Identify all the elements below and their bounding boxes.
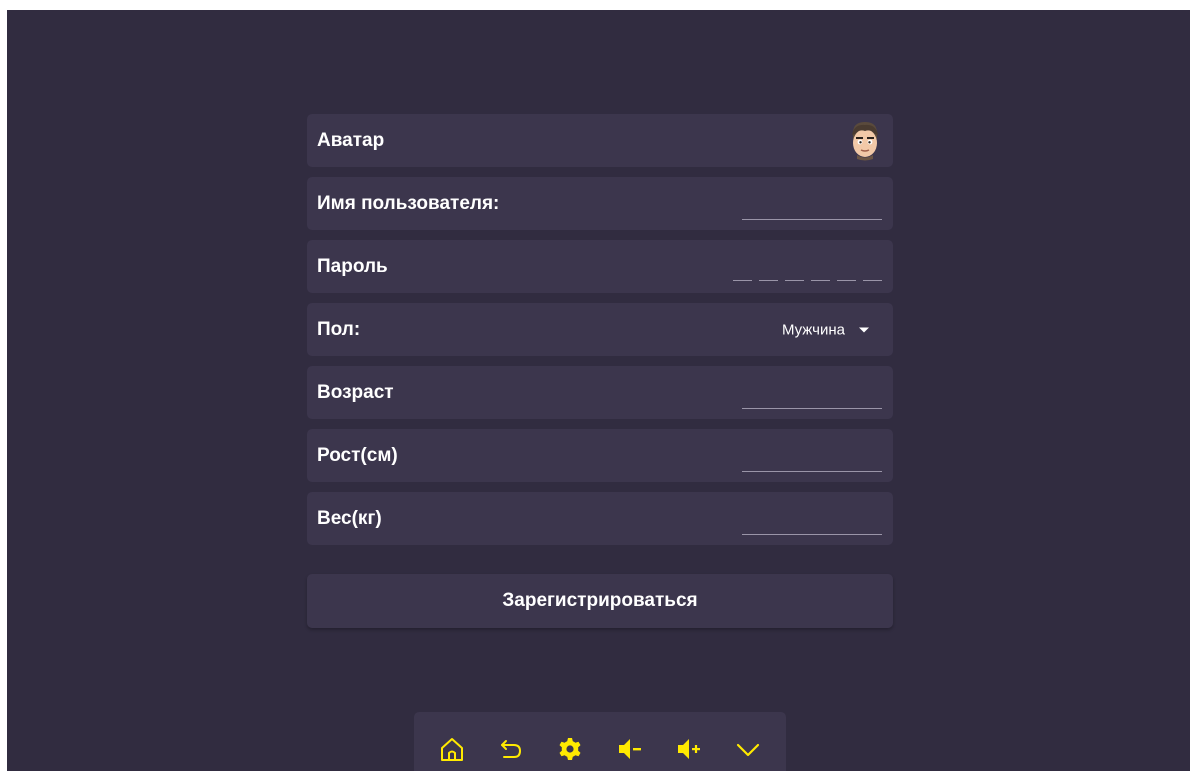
gender-row: Пол: Мужчина xyxy=(307,303,893,356)
volume-up-button[interactable] xyxy=(669,729,709,769)
height-input[interactable] xyxy=(742,471,882,472)
avatar-icon[interactable] xyxy=(845,119,885,162)
back-button[interactable] xyxy=(491,729,531,769)
avatar-row[interactable]: Аватар xyxy=(307,114,893,167)
password-input[interactable] xyxy=(733,280,882,281)
bottom-navbar xyxy=(414,712,786,771)
chevron-down-icon xyxy=(737,743,760,756)
weight-label: Вес(кг) xyxy=(317,507,382,529)
gender-label: Пол: xyxy=(317,318,361,340)
home-icon xyxy=(440,737,463,761)
height-label: Рост(см) xyxy=(317,444,398,466)
username-input[interactable] xyxy=(742,219,882,220)
password-row: Пароль xyxy=(307,240,893,293)
weight-row: Вес(кг) xyxy=(307,492,893,545)
username-row: Имя пользователя: xyxy=(307,177,893,230)
register-button[interactable]: Зарегистрироваться xyxy=(307,574,893,628)
settings-button[interactable] xyxy=(550,729,590,769)
back-icon xyxy=(500,739,521,758)
height-row: Рост(см) xyxy=(307,429,893,482)
caret-down-icon xyxy=(859,327,869,332)
volume-down-button[interactable] xyxy=(610,729,650,769)
avatar-label: Аватар xyxy=(317,129,385,151)
gender-select-value: Мужчина xyxy=(781,321,845,338)
app-screen: Аватар Имя пользователя: Пароль Пол: Муж… xyxy=(7,10,1190,771)
age-label: Возраст xyxy=(317,381,394,403)
weight-input[interactable] xyxy=(742,534,882,535)
gear-icon xyxy=(559,737,581,760)
age-row: Возраст xyxy=(307,366,893,419)
volume-up-icon xyxy=(677,738,700,759)
home-button[interactable] xyxy=(432,729,472,769)
age-input[interactable] xyxy=(742,408,882,409)
registration-form: Аватар Имя пользователя: Пароль Пол: Муж… xyxy=(307,114,893,555)
username-label: Имя пользователя: xyxy=(317,192,500,214)
password-label: Пароль xyxy=(317,255,388,277)
gender-select[interactable]: Мужчина xyxy=(782,321,869,338)
volume-down-icon xyxy=(618,738,641,759)
collapse-button[interactable] xyxy=(728,729,768,769)
